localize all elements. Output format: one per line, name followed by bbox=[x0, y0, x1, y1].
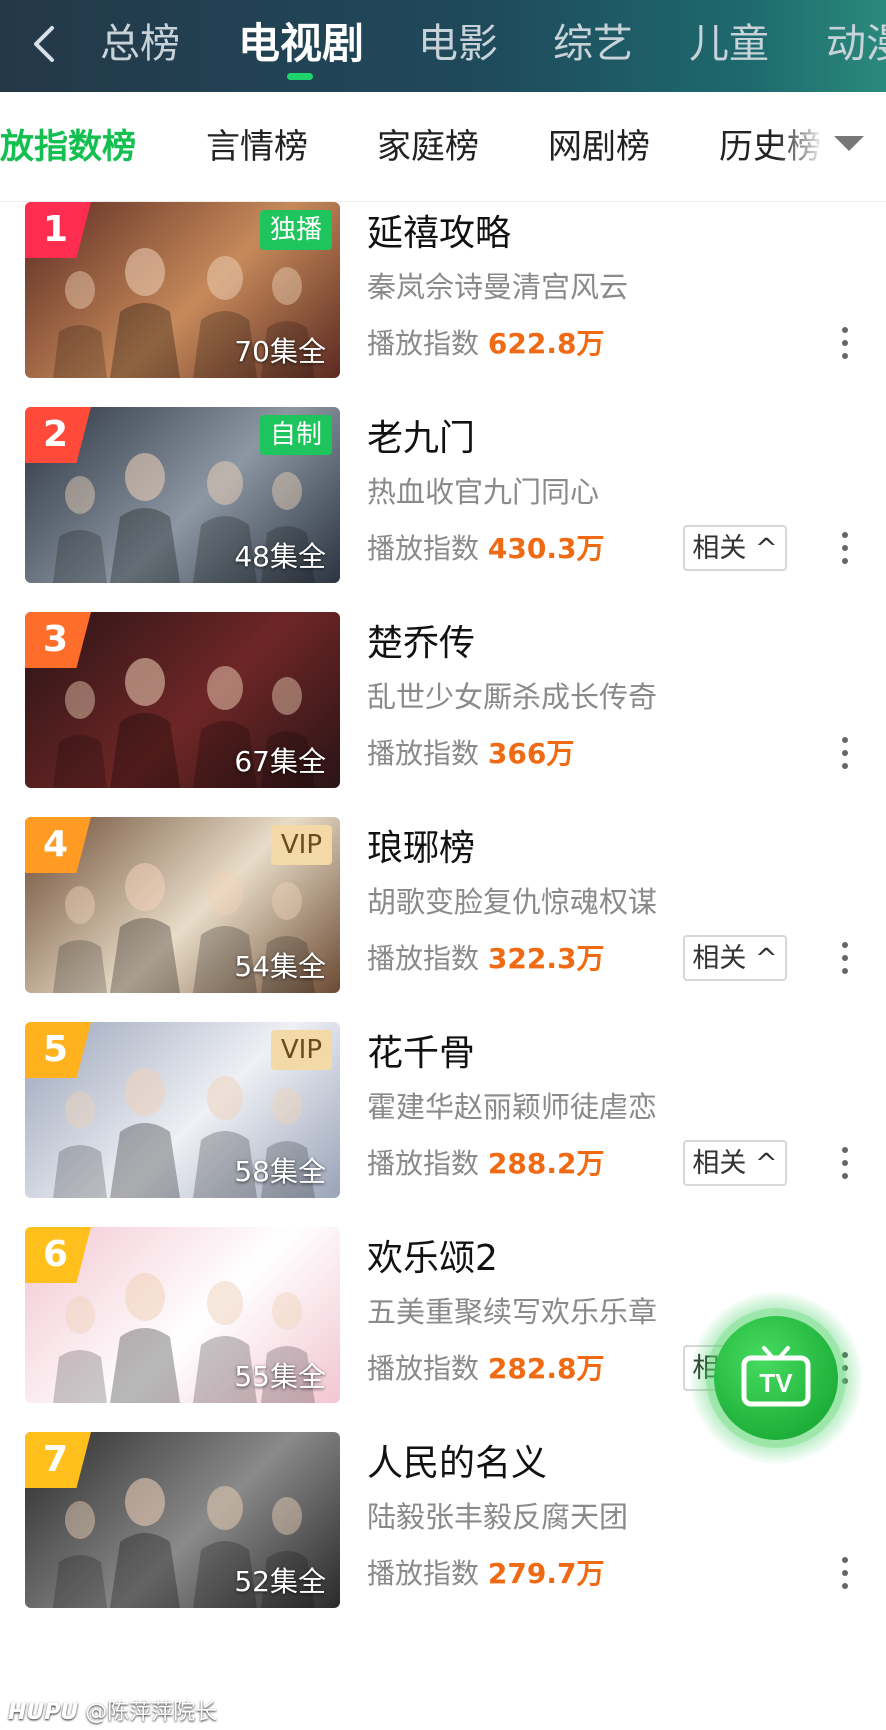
back-button[interactable] bbox=[22, 20, 70, 68]
show-title[interactable]: 花千骨 bbox=[367, 1024, 475, 1076]
more-options-icon[interactable] bbox=[838, 1554, 852, 1594]
play-index-value: 366万 bbox=[487, 737, 575, 770]
watermark-text: @陈萍萍院长 bbox=[85, 1700, 218, 1725]
play-index: 播放指数 282.8万 bbox=[367, 1347, 605, 1387]
tv-icon-label: TV bbox=[759, 1368, 793, 1398]
original-badge: 自制 bbox=[259, 415, 332, 455]
play-index-label: 播放指数 bbox=[367, 327, 480, 360]
poster-image[interactable]: 7 52集全 bbox=[25, 1432, 340, 1608]
episode-count: 52集全 bbox=[234, 1565, 326, 1598]
play-index-label: 播放指数 bbox=[367, 1352, 480, 1385]
vip-badge: VIP bbox=[270, 1030, 332, 1070]
more-options-icon[interactable] bbox=[838, 734, 852, 774]
poster-image[interactable]: 1 独播 70集全 bbox=[25, 202, 340, 378]
show-description: 霍建华赵丽颖师徒虐恋 bbox=[367, 1090, 658, 1124]
tab-tv-series[interactable]: 电视剧 bbox=[238, 16, 364, 72]
subtab-play-index[interactable]: 放指数榜 bbox=[0, 122, 136, 172]
episode-count: 55集全 bbox=[234, 1360, 326, 1393]
poster-image[interactable]: 3 67集全 bbox=[25, 612, 340, 788]
related-button[interactable]: 相关 ^ bbox=[683, 1140, 787, 1186]
tv-icon: TV bbox=[741, 1346, 811, 1407]
chevron-left-icon bbox=[34, 26, 54, 62]
subtab-web-series[interactable]: 网剧榜 bbox=[548, 122, 650, 172]
episode-count: 70集全 bbox=[234, 335, 326, 368]
vip-badge: VIP bbox=[270, 825, 332, 865]
more-options-icon[interactable] bbox=[838, 1144, 852, 1184]
tab-kids[interactable]: 儿童 bbox=[689, 16, 769, 72]
play-index-value: 622.8万 bbox=[487, 327, 605, 360]
poster-image[interactable]: 2 自制 48集全 bbox=[25, 407, 340, 583]
episode-count: 58集全 bbox=[234, 1155, 326, 1188]
episode-count: 54集全 bbox=[234, 950, 326, 983]
tab-overall[interactable]: 总榜 bbox=[100, 16, 180, 72]
play-index: 播放指数 622.8万 bbox=[367, 322, 605, 362]
ranking-list: 1 独播 70集全 延禧攻略 秦岚佘诗曼清宫风云 播放指数 622.8万 2 自… bbox=[0, 202, 886, 1730]
poster-image[interactable]: 5 VIP 58集全 bbox=[25, 1022, 340, 1198]
play-index-label: 播放指数 bbox=[367, 942, 480, 975]
subnav-fade bbox=[776, 92, 886, 201]
expand-arrow-icon[interactable] bbox=[834, 136, 864, 151]
show-description: 五美重聚续写欢乐乐章 bbox=[367, 1295, 658, 1329]
play-index-label: 播放指数 bbox=[367, 532, 480, 565]
poster-image[interactable]: 6 55集全 bbox=[25, 1227, 340, 1403]
play-index: 播放指数 288.2万 bbox=[367, 1142, 605, 1182]
play-index: 播放指数 366万 bbox=[367, 732, 574, 772]
active-tab-indicator bbox=[287, 73, 313, 80]
more-options-icon[interactable] bbox=[838, 324, 852, 364]
list-item[interactable]: 4 VIP 54集全 琅琊榜 胡歌变脸复仇惊魂权谋 播放指数 322.3万 相关… bbox=[0, 817, 886, 997]
more-options-icon[interactable] bbox=[838, 939, 852, 979]
play-index: 播放指数 430.3万 bbox=[367, 527, 605, 567]
play-index-value: 282.8万 bbox=[487, 1352, 605, 1385]
play-index-label: 播放指数 bbox=[367, 1557, 480, 1590]
top-nav: 总榜 电视剧 电影 综艺 儿童 动漫 bbox=[0, 0, 886, 92]
list-item[interactable]: 2 自制 48集全 老九门 热血收官九门同心 播放指数 430.3万 相关 ^ bbox=[0, 407, 886, 587]
tv-floating-button[interactable]: TV bbox=[714, 1316, 838, 1440]
show-description: 胡歌变脸复仇惊魂权谋 bbox=[367, 885, 658, 919]
show-title[interactable]: 人民的名义 bbox=[367, 1434, 547, 1486]
play-index-value: 279.7万 bbox=[487, 1557, 605, 1590]
more-options-icon[interactable] bbox=[838, 529, 852, 569]
related-button[interactable]: 相关 ^ bbox=[683, 935, 787, 981]
play-index-label: 播放指数 bbox=[367, 1147, 480, 1180]
play-index-value: 322.3万 bbox=[487, 942, 605, 975]
show-title[interactable]: 楚乔传 bbox=[367, 614, 475, 666]
play-index-label: 播放指数 bbox=[367, 737, 480, 770]
sub-nav: 放指数榜 言情榜 家庭榜 网剧榜 历史榜 bbox=[0, 92, 886, 202]
play-index-value: 430.3万 bbox=[487, 532, 605, 565]
play-index: 播放指数 279.7万 bbox=[367, 1552, 605, 1592]
show-title[interactable]: 延禧攻略 bbox=[367, 204, 511, 256]
play-index: 播放指数 322.3万 bbox=[367, 937, 605, 977]
show-description: 秦岚佘诗曼清宫风云 bbox=[367, 270, 629, 304]
play-index-value: 288.2万 bbox=[487, 1147, 605, 1180]
tab-movies[interactable]: 电影 bbox=[418, 16, 498, 72]
episode-count: 48集全 bbox=[234, 540, 326, 573]
show-description: 热血收官九门同心 bbox=[367, 475, 600, 509]
list-item[interactable]: 1 独播 70集全 延禧攻略 秦岚佘诗曼清宫风云 播放指数 622.8万 bbox=[0, 202, 886, 382]
episode-count: 67集全 bbox=[234, 745, 326, 778]
watermark: HUPU @陈萍萍院长 bbox=[8, 1694, 217, 1726]
watermark-brand: HUPU bbox=[8, 1700, 79, 1725]
exclusive-badge: 独播 bbox=[259, 210, 332, 250]
show-title[interactable]: 琅琊榜 bbox=[367, 819, 475, 871]
list-item[interactable]: 5 VIP 58集全 花千骨 霍建华赵丽颖师徒虐恋 播放指数 288.2万 相关… bbox=[0, 1022, 886, 1202]
tab-variety[interactable]: 综艺 bbox=[553, 16, 633, 72]
show-title[interactable]: 老九门 bbox=[367, 409, 475, 461]
show-description: 乱世少女厮杀成长传奇 bbox=[367, 680, 658, 714]
subtab-family[interactable]: 家庭榜 bbox=[377, 122, 479, 172]
poster-image[interactable]: 4 VIP 54集全 bbox=[25, 817, 340, 993]
related-button[interactable]: 相关 ^ bbox=[683, 525, 787, 571]
subtab-romance[interactable]: 言情榜 bbox=[206, 122, 308, 172]
tab-anime[interactable]: 动漫 bbox=[826, 16, 886, 72]
show-description: 陆毅张丰毅反腐天团 bbox=[367, 1500, 629, 1534]
list-item[interactable]: 3 67集全 楚乔传 乱世少女厮杀成长传奇 播放指数 366万 bbox=[0, 612, 886, 792]
show-title[interactable]: 欢乐颂2 bbox=[367, 1229, 498, 1281]
